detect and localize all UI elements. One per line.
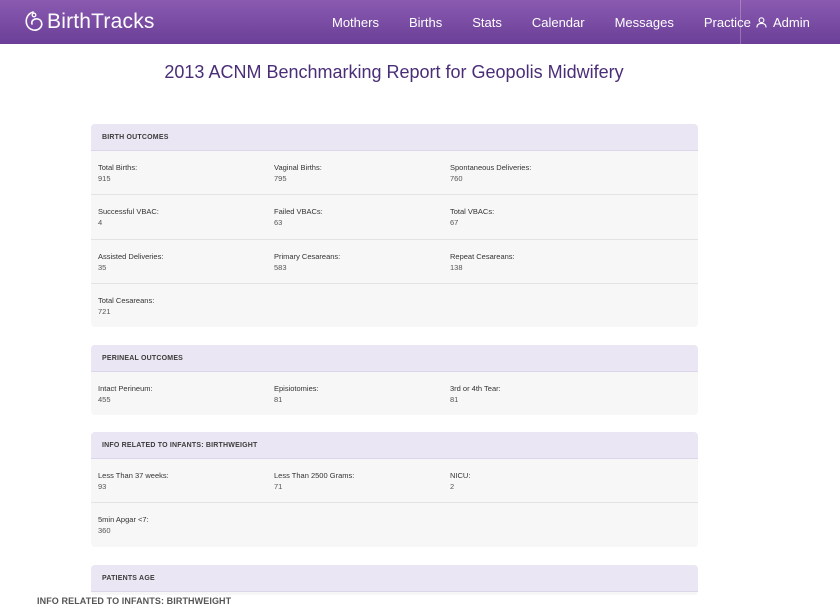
user-icon <box>756 16 767 28</box>
section-header: Patients Age <box>91 565 698 592</box>
table-row: Intact Perineum: 455 Episiotomies: 81 3rd … <box>91 372 698 415</box>
table-row: Assisted Deliveries: 35 Primary Cesareans… <box>91 240 698 284</box>
nav-mothers[interactable]: Mothers <box>317 15 394 30</box>
stat-successful-vbac: Successful VBAC: 4 <box>98 207 159 227</box>
stat-less-than-37-weeks: Less Than 37 weeks: 93 <box>98 471 169 491</box>
stat-assisted-deliveries: Assisted Deliveries: 35 <box>98 252 164 272</box>
nav-calendar[interactable]: Calendar <box>517 15 600 30</box>
section-header: Info Related to Infants: Birthweight <box>91 432 698 459</box>
section-patients-age: Patients Age <box>91 565 698 595</box>
brand-name: BirthTracks <box>47 10 155 33</box>
table-row: Successful VBAC: 4 Failed VBACs: 63 Total … <box>91 195 698 240</box>
brand[interactable]: BirthTracks <box>22 10 155 34</box>
section-perineal-outcomes: Perineal Outcomes Intact Perineum: 455 Ep… <box>91 345 698 415</box>
nav-stats[interactable]: Stats <box>457 15 517 30</box>
stat-vaginal-births: Vaginal Births: 795 <box>274 163 322 183</box>
stat-episiotomies: Episiotomies: 81 <box>274 384 319 404</box>
stat-primary-cesareans: Primary Cesareans: 583 <box>274 252 341 272</box>
table-row: Less Than 37 weeks: 93 Less Than 2500 Gra… <box>91 459 698 503</box>
admin-label: Admin <box>773 14 810 30</box>
section-infants-birthweight: Info Related to Infants: Birthweight Les… <box>91 432 698 547</box>
stat-total-vbacs: Total VBACs: 67 <box>450 207 495 227</box>
nav-practice[interactable]: Practice <box>689 15 766 30</box>
stat-total-cesareans: Total Cesareans: 721 <box>98 296 155 316</box>
sticky-section-header: Info Related to Infants: Birthweight <box>37 596 232 606</box>
top-navbar: BirthTracks Mothers Births Stats Calenda… <box>0 0 840 44</box>
stat-repeat-cesareans: Repeat Cesareans: 138 <box>450 252 515 272</box>
stat-failed-vbacs: Failed VBACs: 63 <box>274 207 323 227</box>
birthtracks-logo-icon <box>25 11 43 31</box>
nav-messages[interactable]: Messages <box>600 15 689 30</box>
section-header: Perineal Outcomes <box>91 345 698 372</box>
section-birth-outcomes: Birth Outcomes Total Births: 915 Vaginal … <box>91 124 698 327</box>
table-row: Total Births: 915 Vaginal Births: 795 Spon… <box>91 151 698 195</box>
page-title: 2013 ACNM Benchmarking Report for Geopol… <box>164 62 624 82</box>
stat-spontaneous-deliveries: Spontaneous Deliveries: 760 <box>450 163 532 183</box>
stat-less-than-2500-grams: Less Than 2500 Grams: 71 <box>274 471 355 491</box>
table-row: 5min Apgar <7: 360 <box>91 503 698 547</box>
nav-divider <box>740 0 741 44</box>
nav-births[interactable]: Births <box>394 15 457 30</box>
stat-nicu: NICU: 2 <box>450 471 471 491</box>
section-header: Birth Outcomes <box>91 124 698 151</box>
stat-5min-apgar: 5min Apgar <7: 360 <box>98 515 149 535</box>
stat-total-births: Total Births: 915 <box>98 163 138 183</box>
table-row: Total Cesareans: 721 <box>91 284 698 327</box>
nav-admin[interactable]: Admin <box>756 0 810 44</box>
nav-links: Mothers Births Stats Calendar Messages P… <box>317 0 766 44</box>
stat-3rd-4th-tear: 3rd or 4th Tear: 81 <box>450 384 501 404</box>
stat-intact-perineum: Intact Perineum: 455 <box>98 384 153 404</box>
